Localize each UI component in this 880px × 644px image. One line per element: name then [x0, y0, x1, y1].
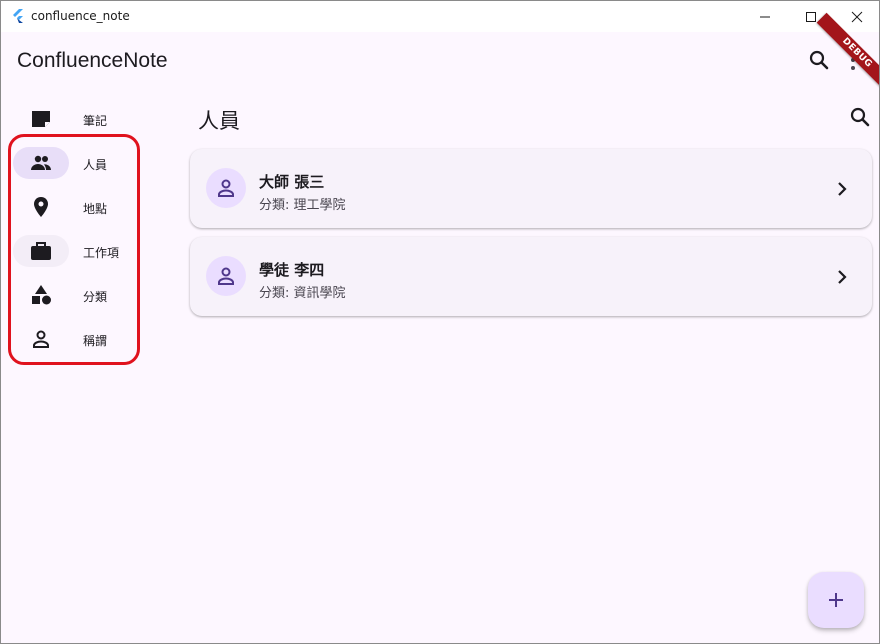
window-title: confluence_note — [31, 9, 130, 23]
rail-item-label: 稱謂 — [83, 334, 108, 348]
place-icon — [34, 197, 48, 217]
person-icon — [218, 267, 234, 285]
note-icon — [32, 111, 50, 127]
avatar — [206, 168, 246, 208]
minimize-icon — [760, 16, 770, 17]
person-icon — [218, 179, 234, 197]
rail-item-categories[interactable]: 分類 — [13, 274, 133, 314]
rail-pill — [13, 279, 69, 311]
rail-pill — [13, 235, 69, 267]
chevron-right-icon — [830, 265, 854, 289]
person-card[interactable]: 學徒 李四 分類: 資訊學院 — [190, 237, 872, 316]
rail-item-label: 筆記 — [83, 114, 108, 128]
rail-item-notes[interactable]: 筆記 — [13, 98, 133, 138]
avatar — [206, 256, 246, 296]
person-card[interactable]: 大師 張三 分類: 理工學院 — [190, 149, 872, 228]
rail-pill — [13, 323, 69, 355]
rail-pill-selected — [13, 147, 69, 179]
category-shapes-icon — [32, 285, 51, 305]
flutter-logo-icon — [10, 8, 26, 24]
page-title: 人員 — [198, 109, 240, 133]
chevron-right-icon — [830, 177, 854, 201]
rail-pill — [13, 103, 69, 135]
person-name: 學徒 李四 — [259, 261, 325, 279]
person-category: 分類: 資訊學院 — [259, 286, 346, 301]
add-button[interactable] — [808, 572, 864, 628]
rail-item-label: 分類 — [83, 290, 108, 304]
search-icon[interactable] — [807, 48, 831, 72]
people-icon — [31, 155, 51, 170]
rail-item-people[interactable]: 人員 — [13, 142, 133, 182]
minimize-button[interactable] — [742, 1, 788, 32]
add-icon — [829, 593, 843, 607]
maximize-icon — [806, 11, 816, 22]
rail-item-places[interactable]: 地點 — [13, 186, 133, 226]
rail-item-label: 工作項 — [83, 246, 120, 260]
close-icon — [851, 11, 863, 22]
app-window: confluence_note ConfluenceNote DEBUG 筆記 — [0, 0, 880, 644]
rail-item-label: 地點 — [83, 202, 108, 216]
person-name: 大師 張三 — [259, 173, 325, 191]
rail-item-label: 人員 — [83, 158, 108, 172]
rail-item-work-items[interactable]: 工作項 — [13, 230, 133, 270]
person-category: 分類: 理工學院 — [259, 198, 346, 213]
app-bar: ConfluenceNote DEBUG — [1, 12, 879, 94]
navigation-rail: 筆記 人員 地點 工作項 分類 稱謂 — [1, 96, 141, 361]
title-bar: confluence_note — [1, 1, 879, 32]
rail-item-titles[interactable]: 稱謂 — [13, 318, 133, 358]
search-icon[interactable] — [848, 105, 872, 129]
rail-pill — [13, 191, 69, 223]
briefcase-icon — [31, 242, 51, 260]
person-icon — [33, 330, 49, 348]
app-title: ConfluenceNote — [17, 49, 168, 72]
